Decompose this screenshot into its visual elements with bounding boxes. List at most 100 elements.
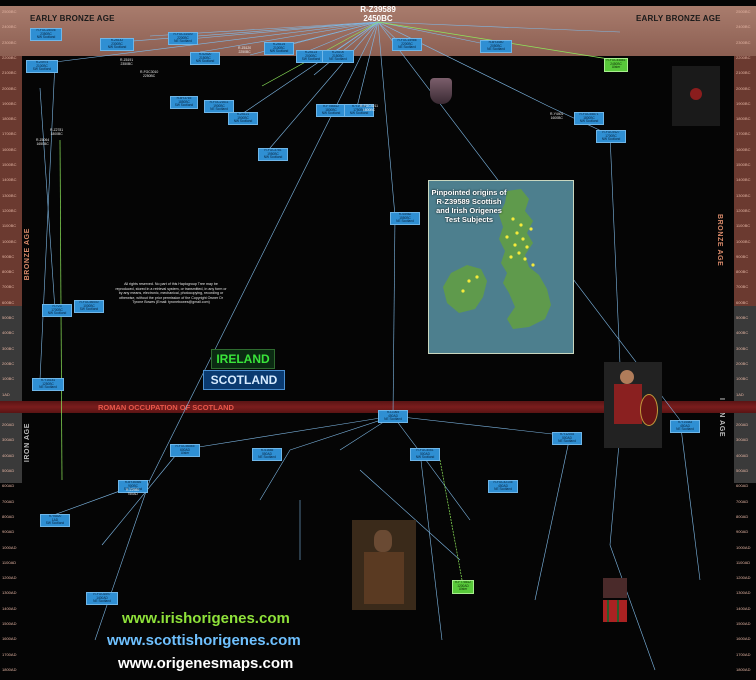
haplogroup-node-loc: NE Scotland: [329, 57, 347, 62]
haplogroup-node-loc: NE Scotland: [174, 39, 192, 44]
haplogroup-label-date: 1600BC: [550, 116, 563, 120]
portrait-body-icon: [364, 552, 404, 604]
tartan-portrait-image: [603, 578, 627, 598]
haplogroup-node: R-Y14483 450AD NE Scotland: [670, 420, 700, 433]
haplogroup-label-date: 2250BC: [238, 50, 251, 54]
haplogroup-node-loc: NW Scotland: [195, 59, 215, 64]
beaker-pot-image: [430, 78, 452, 104]
root-haplogroup-date: 2450BC: [363, 14, 393, 23]
haplogroup-node-loc: NE Scotland: [384, 417, 402, 422]
haplogroup-node-loc: NW Scotland: [321, 111, 341, 116]
haplogroup-node-loc: NE Scotland: [93, 599, 111, 604]
haplogroup-node: R-Y16181 1250BC NE Scotland: [32, 378, 64, 391]
portrait-head-icon: [374, 530, 392, 552]
haplogroup-node-loc: NE Scotland: [487, 47, 505, 52]
haplogroup-node: R-FGC3781 1950BC NW Scotland: [258, 148, 288, 161]
haplogroup-node: R-S1685 550AD NE Scotland: [252, 448, 282, 461]
haplogroup-node: R-BY3765 1850BC SW Scotland: [170, 96, 198, 109]
haplogroup-node-loc: NW Scotland: [263, 155, 283, 160]
copyright-notice: All rights reserved. No part of this Hap…: [115, 282, 227, 305]
haplogroup-node: R-S2520 2150BC NW Scotland: [190, 52, 220, 65]
haplogroup-node: R-FGC25006 2350BC NW Scotland: [30, 28, 62, 41]
haplogroup-node-loc: NE Scotland: [494, 487, 512, 492]
origins-map-inset: Pinpointed origins of R-Z39589 Scottish …: [428, 180, 574, 354]
haplogroup-node: R-Z6124 2100BC NW Scotland: [264, 42, 294, 55]
url-irish-origenes[interactable]: www.irishorigenes.com: [122, 610, 290, 627]
haplogroup-node-loc: NE Scotland: [210, 107, 228, 112]
haplogroup-node-loc: NE Scotland: [258, 455, 276, 460]
soldier-head-icon: [620, 370, 634, 384]
haplogroup-node: R-S5982 1550BC NE Scotland: [390, 212, 420, 225]
soldier-tunic-icon: [614, 384, 642, 424]
haplogroup-label: R-Y4401 1600BC: [550, 112, 563, 120]
root-haplogroup: R-Z39589 2450BC: [335, 5, 421, 23]
haplogroup-node: R-Y6820 1AD SW Scotland: [40, 514, 70, 527]
url-scottish-origenes[interactable]: www.scottishorigenes.com: [107, 632, 301, 649]
haplogroup-label: R-FGC3010 2250BC: [140, 70, 158, 78]
haplogroup-node-loc: SW Scotland: [79, 307, 99, 312]
root-haplogroup-id: R-Z39589: [360, 5, 396, 14]
haplogroup-node-loc: SW Scotland: [301, 57, 321, 62]
haplogroup-node: R-FGC56540 1000BC SW Scotland: [74, 300, 104, 313]
haplogroup-node: R-Z6121 1900BC NW Scotland: [228, 112, 258, 125]
haplogroup-label-date: 1800BC: [362, 108, 376, 112]
haplogroup-node-loc: NE Scotland: [396, 219, 414, 224]
ireland-badge: IRELAND: [211, 349, 275, 369]
haplogroup-node: R-Y12034 500AD NE Scotland: [552, 432, 582, 445]
haplogroup-label: R-FGC4211 1800BC: [360, 104, 378, 112]
haplogroup-node-loc: NW Scotland: [415, 455, 435, 460]
haplogroup-node: R-FGC56865 600AD Ulster: [170, 444, 200, 457]
bronze-artifact-image: [672, 66, 720, 126]
haplogroup-node: R-Y23 1700BC NW Scotland: [42, 304, 72, 317]
haplogroup-node-loc: SW Scotland: [174, 103, 194, 108]
haplogroup-node: R-FGC9427 1700BC NW Scotland: [596, 130, 626, 143]
haplogroup-node: R-FT78612 1200AD Ulster: [452, 580, 474, 594]
haplogroup-node-loc: NE Scotland: [39, 385, 57, 390]
haplogroup-node-loc: Ulster: [611, 65, 621, 70]
haplogroup-node: R-FGC4061 500AD NW Scotland: [410, 448, 440, 461]
haplogroup-node-loc: NW Scotland: [47, 311, 67, 316]
haplogroup-node: R-FT56512 1800BC NW Scotland: [316, 104, 346, 117]
url-origenes-maps[interactable]: www.origenesmaps.com: [118, 655, 293, 672]
haplogroup-label-date: 1650BC: [36, 142, 49, 146]
haplogroup-label: R-Z2980 750AD: [126, 488, 139, 496]
haplogroup-node: R-FGC21611 1900BC NE Scotland: [204, 100, 234, 113]
haplogroup-node: R-FGC31400 2200BC NE Scotland: [168, 32, 198, 45]
haplogroup-node-loc: NW Scotland: [601, 137, 621, 142]
haplogroup-node-loc: Ulster: [458, 587, 468, 592]
haplogroup-node: R-FGC42146 450AD NE Scotland: [488, 480, 518, 493]
haplogroup-node-loc: NW Scotland: [579, 119, 599, 124]
haplogroup-node-loc: NE Scotland: [558, 439, 576, 444]
red-flower-icon: [690, 88, 702, 100]
haplogroup-node: R-FGC15986 2200BC NE Scotland: [392, 38, 422, 51]
haplogroup-label-date: 2350BC: [120, 62, 133, 66]
haplogroup-node: R-Z5974 2100BC SW Scotland: [26, 60, 58, 73]
haplogroup-label: R-Z6191 2350BC: [120, 58, 133, 66]
haplogroup-node-loc: NE Scotland: [398, 45, 416, 50]
haplogroup-node: R-FGC54871 1800BC NW Scotland: [574, 112, 604, 125]
haplogroup-label: R-Z6120 2250BC: [238, 46, 251, 54]
haplogroup-node-loc: SW Scotland: [45, 521, 65, 526]
haplogroup-tree-poster: EARLY BRONZE AGE EARLY BRONZE AGE BRONZE…: [0, 0, 756, 680]
haplogroup-node-loc: NE Scotland: [676, 427, 694, 432]
haplogroup-node: R-FGC6597 1400AD NE Scotland: [86, 592, 118, 605]
haplogroup-node-loc: NW Scotland: [36, 35, 56, 40]
haplogroup-node-loc: NW Scotland: [233, 119, 253, 124]
haplogroup-node-loc: SW Scotland: [32, 67, 52, 72]
haplogroup-label-date: 2250BC: [143, 74, 156, 78]
haplogroup-node-loc: NW Scotland: [107, 45, 127, 50]
scotland-badge: SCOTLAND: [203, 370, 285, 390]
haplogroup-node-loc: NW Scotland: [349, 111, 369, 116]
map-title: Pinpointed origins of R-Z39589 Scottish …: [431, 188, 507, 224]
haplogroup-label-date: 1800BC: [50, 132, 63, 136]
haplogroup-node: R-Z6100 2150BC NE Scotland: [322, 50, 354, 63]
haplogroup-node: R-Z6142 2300BC NW Scotland: [100, 38, 134, 51]
haplogroup-node: R-FGC44861 2450BC Ulster: [604, 58, 628, 72]
haplogroup-node: R-L1065 450AD NE Scotland: [378, 410, 408, 423]
haplogroup-node-loc: Ulster: [180, 451, 190, 456]
haplogroup-node: R-BY3480 2050BC NE Scotland: [480, 40, 512, 53]
haplogroup-label: R-Z6064 1650BC: [36, 138, 49, 146]
shield-icon: [640, 394, 658, 426]
roman-soldier-image: [604, 362, 662, 448]
scottish-noble-portrait-image: [352, 520, 416, 610]
